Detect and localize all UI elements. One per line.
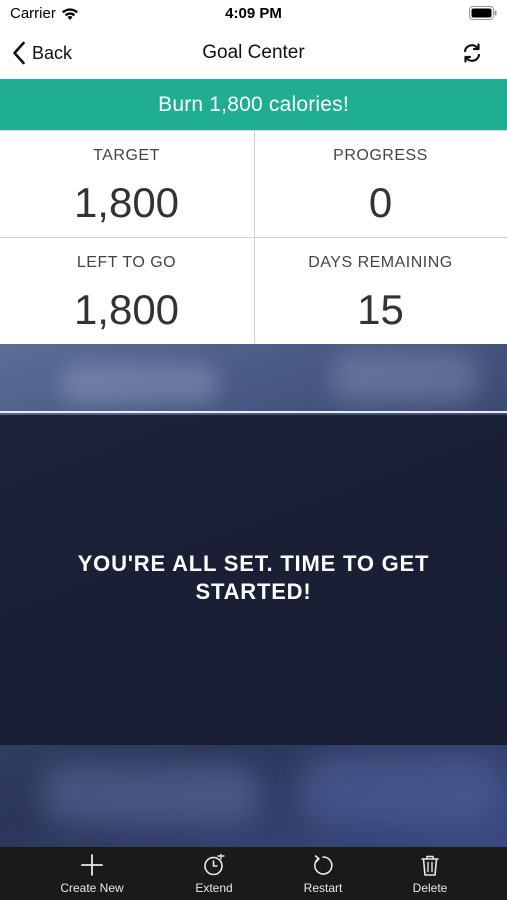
background-blur bbox=[60, 364, 220, 404]
bottom-toolbar: Create New Extend Restart Delete bbox=[0, 847, 507, 900]
stat-label: TARGET bbox=[93, 147, 160, 164]
refresh-icon[interactable] bbox=[461, 42, 483, 64]
page-title: Goal Center bbox=[202, 42, 305, 63]
tab-label: Create New bbox=[60, 881, 124, 895]
background-blur bbox=[300, 754, 500, 824]
delete-button[interactable]: Delete bbox=[375, 847, 485, 900]
goal-banner: Burn 1,800 calories! bbox=[0, 79, 507, 130]
stat-progress: PROGRESS 0 bbox=[254, 131, 507, 237]
tab-label: Extend bbox=[195, 881, 233, 895]
tab-label: Delete bbox=[412, 881, 448, 895]
restart-icon bbox=[314, 855, 333, 875]
battery-icon bbox=[469, 6, 497, 20]
restart-button[interactable]: Restart bbox=[268, 847, 378, 900]
plus-icon bbox=[81, 854, 103, 876]
status-time: 4:09 PM bbox=[225, 5, 282, 22]
message-panel: YOU'RE ALL SET. TIME TO GET STARTED! bbox=[0, 415, 507, 745]
trash-icon bbox=[421, 855, 439, 876]
status-bar: Carrier 4:09 PM bbox=[0, 0, 507, 28]
divider bbox=[0, 237, 507, 238]
stat-label: DAYS REMAINING bbox=[308, 254, 453, 271]
background-blur bbox=[40, 764, 260, 824]
stat-value: 0 bbox=[368, 179, 393, 226]
divider bbox=[0, 411, 507, 413]
tab-label: Restart bbox=[303, 881, 343, 895]
stat-value: 15 bbox=[357, 286, 404, 333]
background-blur bbox=[330, 352, 480, 402]
motivation-message: YOU'RE ALL SET. TIME TO GET STARTED! bbox=[77, 551, 430, 604]
stat-label: LEFT TO GO bbox=[76, 254, 177, 271]
hero-background-image: YOU'RE ALL SET. TIME TO GET STARTED! bbox=[0, 344, 507, 847]
stat-target: TARGET 1,800 bbox=[0, 131, 253, 237]
stat-value: 1,800 bbox=[73, 286, 180, 333]
stat-days-remaining: DAYS REMAINING 15 bbox=[254, 238, 507, 344]
stat-left-to-go: LEFT TO GO 1,800 bbox=[0, 238, 253, 344]
clock-icon bbox=[204, 854, 225, 876]
stat-label: PROGRESS bbox=[333, 147, 428, 164]
navigation-bar: Back Goal Center bbox=[0, 28, 507, 79]
stat-value: 1,800 bbox=[73, 179, 180, 226]
create-new-button[interactable]: Create New bbox=[37, 847, 147, 900]
extend-button[interactable]: Extend bbox=[159, 847, 269, 900]
